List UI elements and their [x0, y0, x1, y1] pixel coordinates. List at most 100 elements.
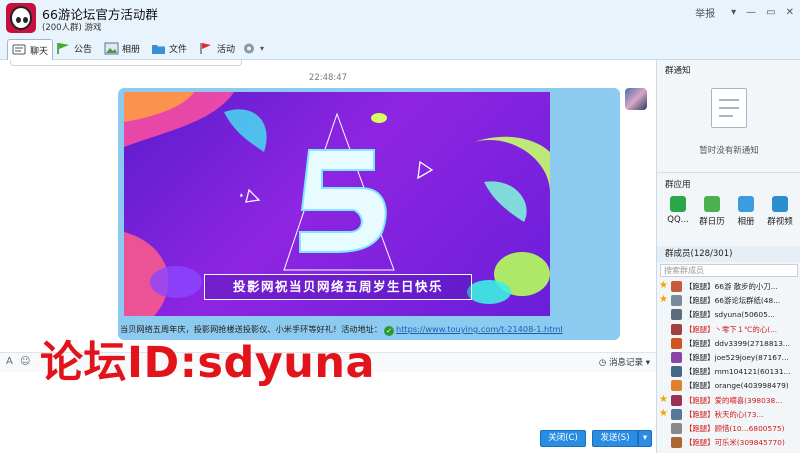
member-name: 【跑腿】可乐米(309845770): [685, 438, 785, 448]
member-item[interactable]: 【跑腿】orange(403998479): [657, 379, 800, 393]
member-avatar: [671, 408, 682, 420]
notice-board-icon: [711, 88, 747, 128]
gear-icon: [244, 43, 254, 54]
notice-empty-text: 暂时没有新通知: [699, 146, 759, 156]
member-name: 【跑腿】顾惜(10...6800575): [685, 423, 785, 433]
more-tabs[interactable]: ▾: [242, 39, 264, 58]
app-qq[interactable]: QQ...: [661, 196, 695, 225]
member-item[interactable]: ★ 【跑腿】秋天的心(73...: [657, 408, 800, 422]
emoji-icon[interactable]: ☺: [20, 356, 30, 367]
video-icon: [772, 196, 788, 212]
chat-scroll-top: [10, 60, 242, 66]
maximize-icon[interactable]: ▭: [766, 7, 775, 18]
member-item[interactable]: 【跑腿】mm104121(60131...: [657, 365, 800, 379]
photo-icon: [738, 196, 754, 212]
member-name: 【跑腿】爱的嘀喜(398038...: [685, 395, 783, 405]
member-name: 【跑腿】mm104121(60131...: [685, 367, 791, 377]
message-time: 22:48:47: [308, 73, 348, 83]
notice-title: 群通知: [665, 66, 691, 76]
app-album[interactable]: 相册: [729, 196, 763, 227]
history-label: 消息记录: [609, 358, 644, 368]
member-avatar: [671, 323, 682, 335]
member-name: 【跑腿】sdyuna(50605...: [685, 310, 775, 320]
group-sidebar: 群通知 暂时没有新通知 群应用 QQ... 群日历 相册 群视频 群成员(128…: [656, 60, 800, 453]
app-label: 群视频: [767, 217, 793, 227]
member-item[interactable]: 【跑腿】丶零下１℃的心(...: [657, 323, 800, 337]
calendar-icon: [704, 196, 720, 212]
tab-album[interactable]: 相册: [104, 39, 140, 58]
member-item[interactable]: 【跑腿】ddv3399(2718813...: [657, 337, 800, 351]
phone-icon: [670, 196, 686, 212]
member-item[interactable]: 【跑腿】顾惜(10...6800575): [657, 422, 800, 436]
member-item[interactable]: ★ 【跑腿】66游 散步的小刀...: [657, 280, 800, 294]
photo-icon: [104, 42, 119, 55]
watermark-text: 论坛ID:sdyuna: [40, 338, 376, 388]
member-search-input[interactable]: 搜索群成员: [660, 264, 798, 277]
tab-announcement[interactable]: 公告: [56, 39, 92, 58]
message-history-button[interactable]: ◷ 消息记录 ▾: [599, 356, 650, 368]
apps-title: 群应用: [665, 180, 691, 190]
admin-star-icon: ★: [659, 294, 668, 306]
window-controls: 举报 ▾ — ▭ ✕: [685, 0, 800, 24]
minimize-icon[interactable]: —: [746, 7, 756, 18]
message-link[interactable]: https://www.touying.com/t-21408-1.html: [396, 324, 563, 334]
member-avatar: [671, 394, 682, 406]
send-button[interactable]: 发送(S): [592, 430, 638, 447]
admin-star-icon: ★: [659, 393, 668, 405]
tab-chat[interactable]: 聊天: [7, 39, 54, 60]
flag-icon: [57, 43, 69, 54]
member-name: 【跑腿】joe529joey(87167...: [685, 352, 789, 362]
settings-arrow-icon[interactable]: ▾: [731, 7, 736, 18]
app-label: 群日历: [699, 217, 725, 227]
tab-bar: 聊天 公告 相册 文件 活动 ▾: [0, 36, 800, 60]
app-calendar[interactable]: 群日历: [695, 196, 729, 227]
send-options-button[interactable]: ▾: [638, 430, 652, 447]
member-avatar: [671, 437, 682, 449]
member-avatar: [671, 422, 682, 434]
chat-area[interactable]: 22:48:47 投影网祝当贝网络五周岁生日快乐 当贝网络五周年庆，投影网抢楼送…: [0, 60, 656, 348]
verified-link-icon: ✓: [384, 326, 395, 336]
tab-label: 文件: [169, 45, 188, 55]
member-name: 【跑腿】orange(403998479): [685, 381, 789, 391]
admin-star-icon: ★: [659, 280, 668, 291]
app-label: 相册: [737, 217, 755, 227]
group-member-info: (200人群) 游戏: [42, 23, 102, 33]
font-icon[interactable]: A: [6, 356, 13, 367]
tab-label: 活动: [217, 45, 236, 55]
member-list: ★ 【跑腿】66游 散步的小刀... ★ 【跑腿】66游论坛群纸(48... 【跑腿】s…: [657, 280, 800, 450]
chevron-down-icon: ▾: [645, 358, 650, 368]
tab-label: 公告: [74, 45, 93, 55]
member-avatar: [671, 337, 682, 349]
member-item[interactable]: ★ 【跑腿】66游论坛群纸(48...: [657, 294, 800, 308]
member-name: 【跑腿】66游论坛群纸(48...: [685, 296, 781, 306]
banner-image[interactable]: 投影网祝当贝网络五周岁生日快乐: [124, 92, 550, 316]
member-avatar: [671, 295, 682, 307]
app-video[interactable]: 群视频: [763, 196, 797, 227]
member-avatar: [671, 309, 682, 321]
member-avatar: [671, 281, 682, 292]
member-avatar: [671, 366, 682, 378]
folder-icon: [152, 45, 165, 54]
member-avatar: [671, 351, 682, 363]
chat-icon: [12, 44, 26, 54]
close-icon[interactable]: ✕: [786, 7, 794, 18]
member-item[interactable]: 【跑腿】可乐米(309845770): [657, 436, 800, 450]
tab-files[interactable]: 文件: [151, 39, 187, 58]
member-item[interactable]: 【跑腿】joe529joey(87167...: [657, 351, 800, 365]
sender-avatar[interactable]: [625, 88, 647, 110]
members-title: 群成员(128/301): [657, 246, 800, 262]
group-avatar[interactable]: [6, 3, 36, 33]
message-bubble[interactable]: 投影网祝当贝网络五周岁生日快乐 当贝网络五周年庆，投影网抢楼送投影仪、小米手环等…: [118, 88, 620, 340]
app-label: QQ...: [667, 215, 689, 225]
member-item[interactable]: 【跑腿】sdyuna(50605...: [657, 308, 800, 322]
chevron-down-icon: ▾: [260, 44, 265, 53]
clock-icon: ◷: [598, 358, 607, 368]
member-item[interactable]: ★ 【跑腿】爱的嘀喜(398038...: [657, 394, 800, 408]
report-link[interactable]: 举报: [695, 5, 715, 20]
member-name: 【跑腿】丶零下１℃的心(...: [685, 324, 778, 334]
close-button[interactable]: 关闭(C): [540, 430, 586, 447]
member-name: 【跑腿】ddv3399(2718813...: [685, 338, 790, 348]
tab-activity[interactable]: 活动: [199, 39, 235, 58]
red-flag-icon: [200, 43, 211, 54]
tab-label: 相册: [122, 45, 141, 55]
